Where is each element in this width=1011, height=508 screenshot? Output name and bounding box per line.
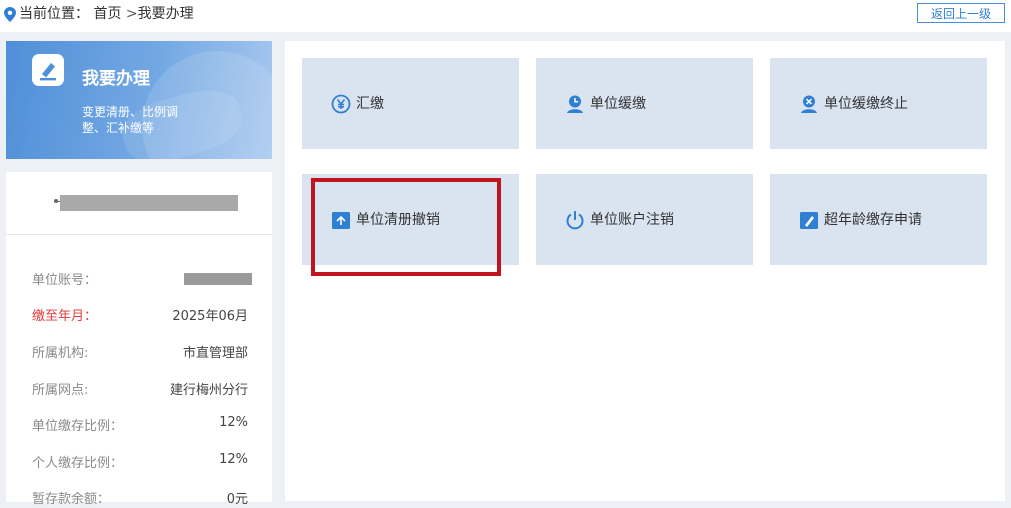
tile-label: 单位清册撤销 [356,212,440,228]
account-value-redacted [184,273,252,285]
banner: 我要办理 变更清册、比例调整、汇补缴等 [6,41,272,159]
paid-until-label: 缴至年月： [32,309,98,324]
banner-subtitle: 变更清册、比例调整、汇补缴等 [82,105,179,135]
location-pin-icon [4,7,16,22]
info-row-deposit-balance: 暂存款余额： 0元 [6,488,272,508]
personal-rate-label: 个人缴存比例： [32,456,124,471]
info-row-paid-until: 缴至年月： 2025年06月 [6,305,272,325]
info-row-account: 单位账号： [6,269,272,289]
info-row-personal-rate: 个人缴存比例： 12% [6,452,272,472]
power-icon [566,211,584,230]
breadcrumb-separator: > [121,6,138,22]
institution-value: 市直管理部 [182,346,248,361]
info-row-unit-rate: 单位缴存比例： 12% [6,415,272,435]
unit-name-redacted [60,195,238,211]
service-tiles-panel: 汇缴 单位缓缴 单位缓缴终止 单位清册撤销 单位账户注销 超年龄缴存申请 [285,41,1005,501]
tile-deferred-payment[interactable]: 单位缓缴 [536,58,753,149]
account-label: 单位账号： [32,273,98,288]
unit-name-row [6,172,272,235]
info-row-institution: 所属机构: 市直管理部 [6,342,272,362]
breadcrumb-home-link[interactable]: 首页 [93,6,121,22]
branch-value: 建行梅州分行 [169,383,248,398]
tile-over-age-deposit[interactable]: 超年龄缴存申请 [770,174,987,265]
paid-until-value: 2025年06月 [172,309,248,324]
unit-rate-label: 单位缴存比例： [32,419,124,434]
info-row-branch: 所属网点: 建行梅州分行 [6,379,272,399]
breadcrumb-prefix: 当前位置： [19,6,89,22]
tile-deferred-termination[interactable]: 单位缓缴终止 [770,58,987,149]
personal-rate-value: 12% [219,452,248,467]
yen-circle-icon [331,94,351,114]
deposit-balance-value: 0元 [226,492,248,507]
deposit-balance-label: 暂存款余额： [32,492,111,507]
breadcrumb: 当前位置： 首页 >我要办理 [19,5,194,23]
top-bar: 当前位置： 首页 >我要办理 返回上一级 [0,0,1011,32]
tile-remit[interactable]: 汇缴 [302,58,519,149]
return-arrow-icon [332,212,350,229]
branch-label: 所属网点: [32,383,89,398]
unit-rate-value: 12% [219,415,248,430]
tile-label: 汇缴 [356,96,384,112]
tile-label: 超年龄缴存申请 [824,212,922,228]
edit-doc-icon [800,212,818,229]
tile-roster-revoke[interactable]: 单位清册撤销 [302,174,519,265]
banner-title: 我要办理 [82,69,150,89]
tile-label: 单位缓缴终止 [824,96,908,112]
institution-label: 所属机构: [32,346,89,361]
breadcrumb-current: 我要办理 [137,6,194,22]
tile-label: 单位账户注销 [590,212,674,228]
tile-account-cancel[interactable]: 单位账户注销 [536,174,753,265]
pencil-icon [32,54,64,86]
tile-label: 单位缓缴 [590,96,646,112]
back-button[interactable]: 返回上一级 [917,3,1005,23]
unit-info-panel: 单位账号： 缴至年月： 2025年06月 所属机构: 市直管理部 所属网点: 建… [6,172,272,507]
person-stop-icon [801,95,817,113]
clock-person-icon [567,95,583,113]
